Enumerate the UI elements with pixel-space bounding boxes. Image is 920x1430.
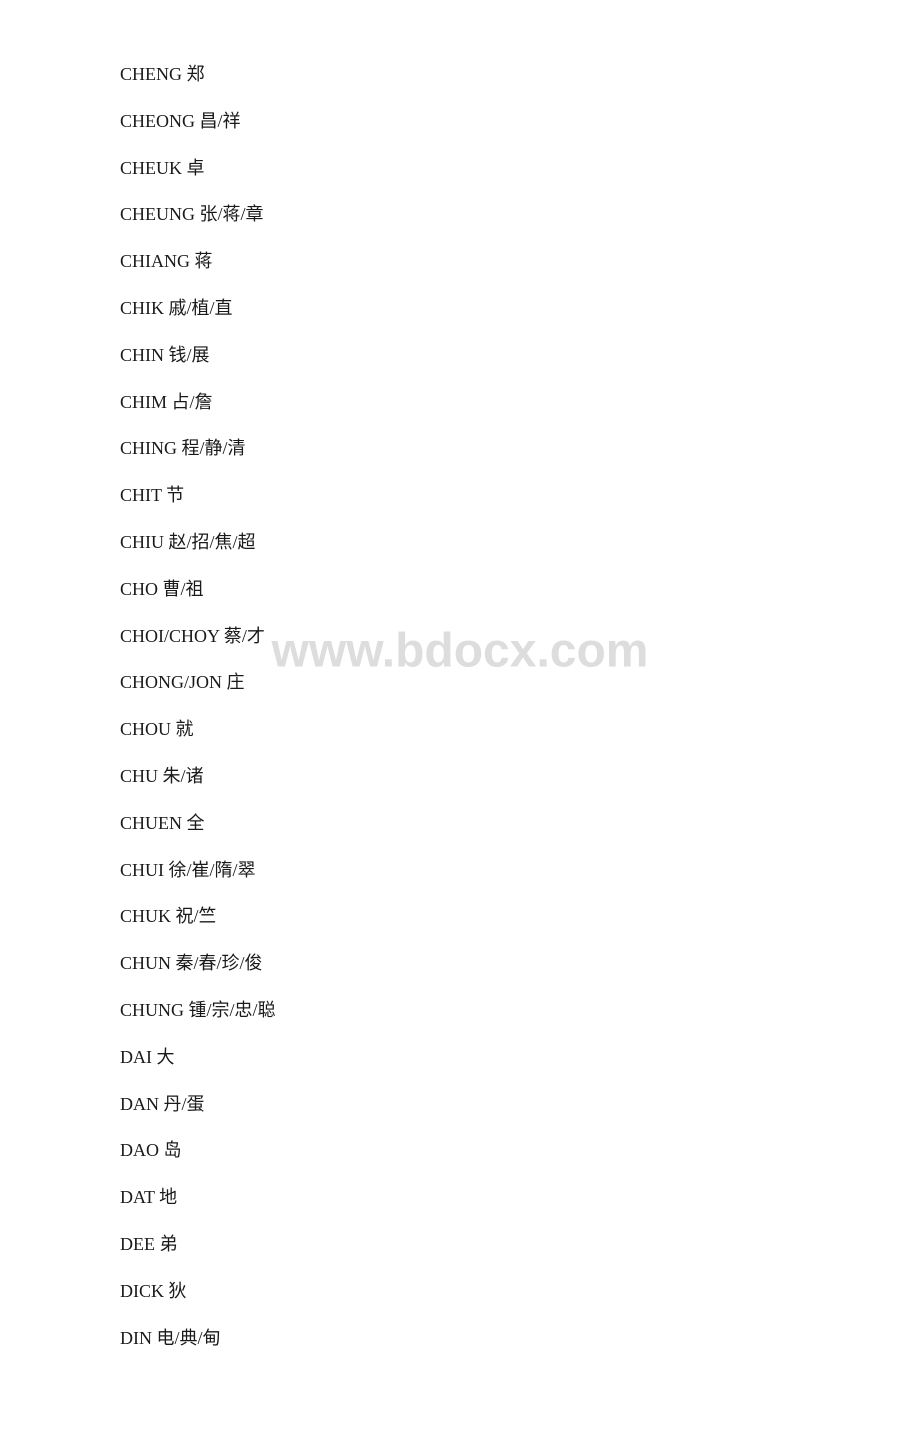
list-item: CHOI/CHOY 蔡/才 [120, 622, 800, 651]
list-item: CHUK 祝/竺 [120, 902, 800, 931]
list-item: CHEUK 卓 [120, 154, 800, 183]
list-item: CHEONG 昌/祥 [120, 107, 800, 136]
list-item: DAI 大 [120, 1043, 800, 1072]
list-item: DEE 弟 [120, 1230, 800, 1259]
list-item: CHIU 赵/招/焦/超 [120, 528, 800, 557]
list-item: CHO 曹/祖 [120, 575, 800, 604]
list-item: CHIANG 蒋 [120, 247, 800, 276]
list-item: CHUN 秦/春/珍/俊 [120, 949, 800, 978]
list-item: CHU 朱/诸 [120, 762, 800, 791]
list-item: CHING 程/静/清 [120, 434, 800, 463]
list-item: CHIT 节 [120, 481, 800, 510]
list-item: DAT 地 [120, 1183, 800, 1212]
list-item: DAO 岛 [120, 1136, 800, 1165]
list-item: CHEUNG 张/蒋/章 [120, 200, 800, 229]
list-item: CHONG/JON 庄 [120, 668, 800, 697]
list-item: CHUEN 全 [120, 809, 800, 838]
list-item: CHUI 徐/崔/隋/翠 [120, 856, 800, 885]
page-content: CHENG 郑 CHEONG 昌/祥 CHEUK 卓 CHEUNG 张/蒋/章 CHIA… [0, 0, 920, 1430]
list-item: CHUNG 锺/宗/忠/聪 [120, 996, 800, 1025]
list-item: CHOU 就 [120, 715, 800, 744]
list-item: CHENG 郑 [120, 60, 800, 89]
list-item: CHIN 钱/展 [120, 341, 800, 370]
list-item: DICK 狄 [120, 1277, 800, 1306]
list-item: DIN 电/典/甸 [120, 1324, 800, 1353]
list-item: CHIM 占/詹 [120, 388, 800, 417]
list-item: DAN 丹/蛋 [120, 1090, 800, 1119]
list-item: CHIK 戚/植/直 [120, 294, 800, 323]
